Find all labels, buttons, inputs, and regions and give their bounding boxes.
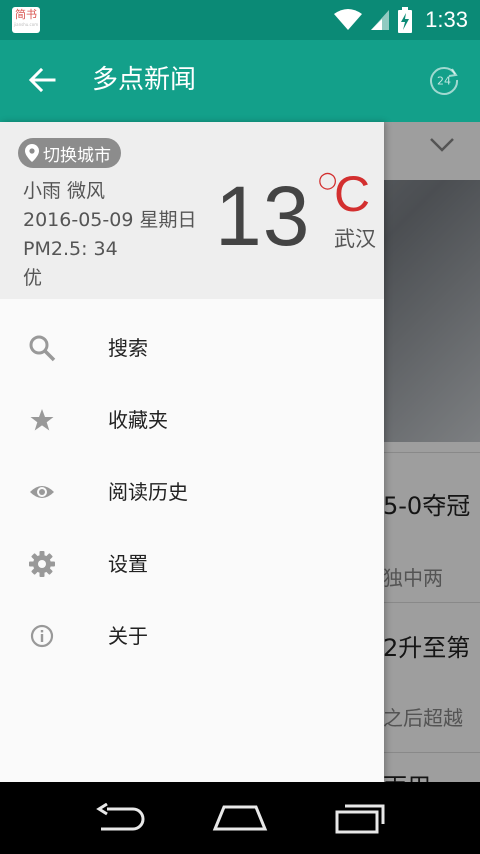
battery-charging-icon <box>398 7 413 33</box>
status-bar: 简书 jianshu.com 1:33 <box>0 0 480 40</box>
weather-condition: 小雨 微风 <box>23 180 106 202</box>
back-button[interactable] <box>24 62 60 98</box>
status-icons: 1:33 <box>333 0 468 40</box>
app-badge-title: 简书 <box>15 8 37 21</box>
refresh-24-icon: 24 <box>430 67 459 95</box>
nav-home-button[interactable] <box>210 798 270 838</box>
status-clock: 1:33 <box>425 7 468 32</box>
menu-item-favorites[interactable]: 收藏夹 <box>0 384 384 456</box>
city-name: 武汉 <box>334 227 376 251</box>
back-icon <box>96 803 145 831</box>
refresh-24h-button[interactable]: 24 <box>428 64 460 96</box>
system-navigation-bar <box>0 782 480 854</box>
refresh-badge-text: 24 <box>437 75 451 88</box>
app-notification-icon: 简书 jianshu.com <box>12 7 40 33</box>
switch-city-label: 切换城市 <box>43 145 111 166</box>
wifi-icon <box>334 9 363 30</box>
star-icon <box>30 409 54 431</box>
menu-item-about[interactable]: 关于 <box>0 600 384 672</box>
app-toolbar: 多点新闻 24 <box>0 40 480 122</box>
location-pin-icon <box>25 144 39 162</box>
menu-item-search[interactable]: 搜索 <box>0 312 384 384</box>
recents-icon <box>335 804 385 834</box>
arrow-left-icon <box>28 67 56 93</box>
search-icon <box>29 335 56 362</box>
air-quality: 优 <box>23 267 43 289</box>
drawer-menu: 搜索 收藏夹 阅读历史 设置 关于 <box>0 312 384 672</box>
temperature-unit: C <box>334 166 371 222</box>
menu-item-label: 收藏夹 <box>108 408 168 432</box>
signal-icon <box>371 10 390 30</box>
eye-icon <box>30 486 54 498</box>
weather-pm25: PM2.5: 34 <box>23 238 118 260</box>
menu-item-settings[interactable]: 设置 <box>0 528 384 600</box>
nav-recents-button[interactable] <box>330 798 390 838</box>
weather-date: 2016-05-09 星期日 <box>23 209 197 231</box>
menu-item-label: 设置 <box>108 552 148 576</box>
menu-item-label: 搜索 <box>108 336 148 360</box>
menu-item-history[interactable]: 阅读历史 <box>0 456 384 528</box>
menu-item-label: 关于 <box>108 624 148 648</box>
nav-back-button[interactable] <box>90 798 150 838</box>
menu-item-label: 阅读历史 <box>108 480 188 504</box>
home-icon <box>212 805 268 831</box>
gear-icon <box>29 551 55 577</box>
switch-city-button[interactable]: 切换城市 <box>18 138 121 168</box>
app-badge-sub: jianshu.com <box>13 22 39 27</box>
temperature-value: 13 <box>215 169 311 263</box>
app-title: 多点新闻 <box>92 65 197 95</box>
info-icon <box>30 624 54 648</box>
weather-panel: 切换城市 小雨 微风 2016-05-09 星期日 PM2.5: 34 优 13… <box>0 122 384 299</box>
navigation-drawer: 切换城市 小雨 微风 2016-05-09 星期日 PM2.5: 34 优 13… <box>0 122 384 782</box>
